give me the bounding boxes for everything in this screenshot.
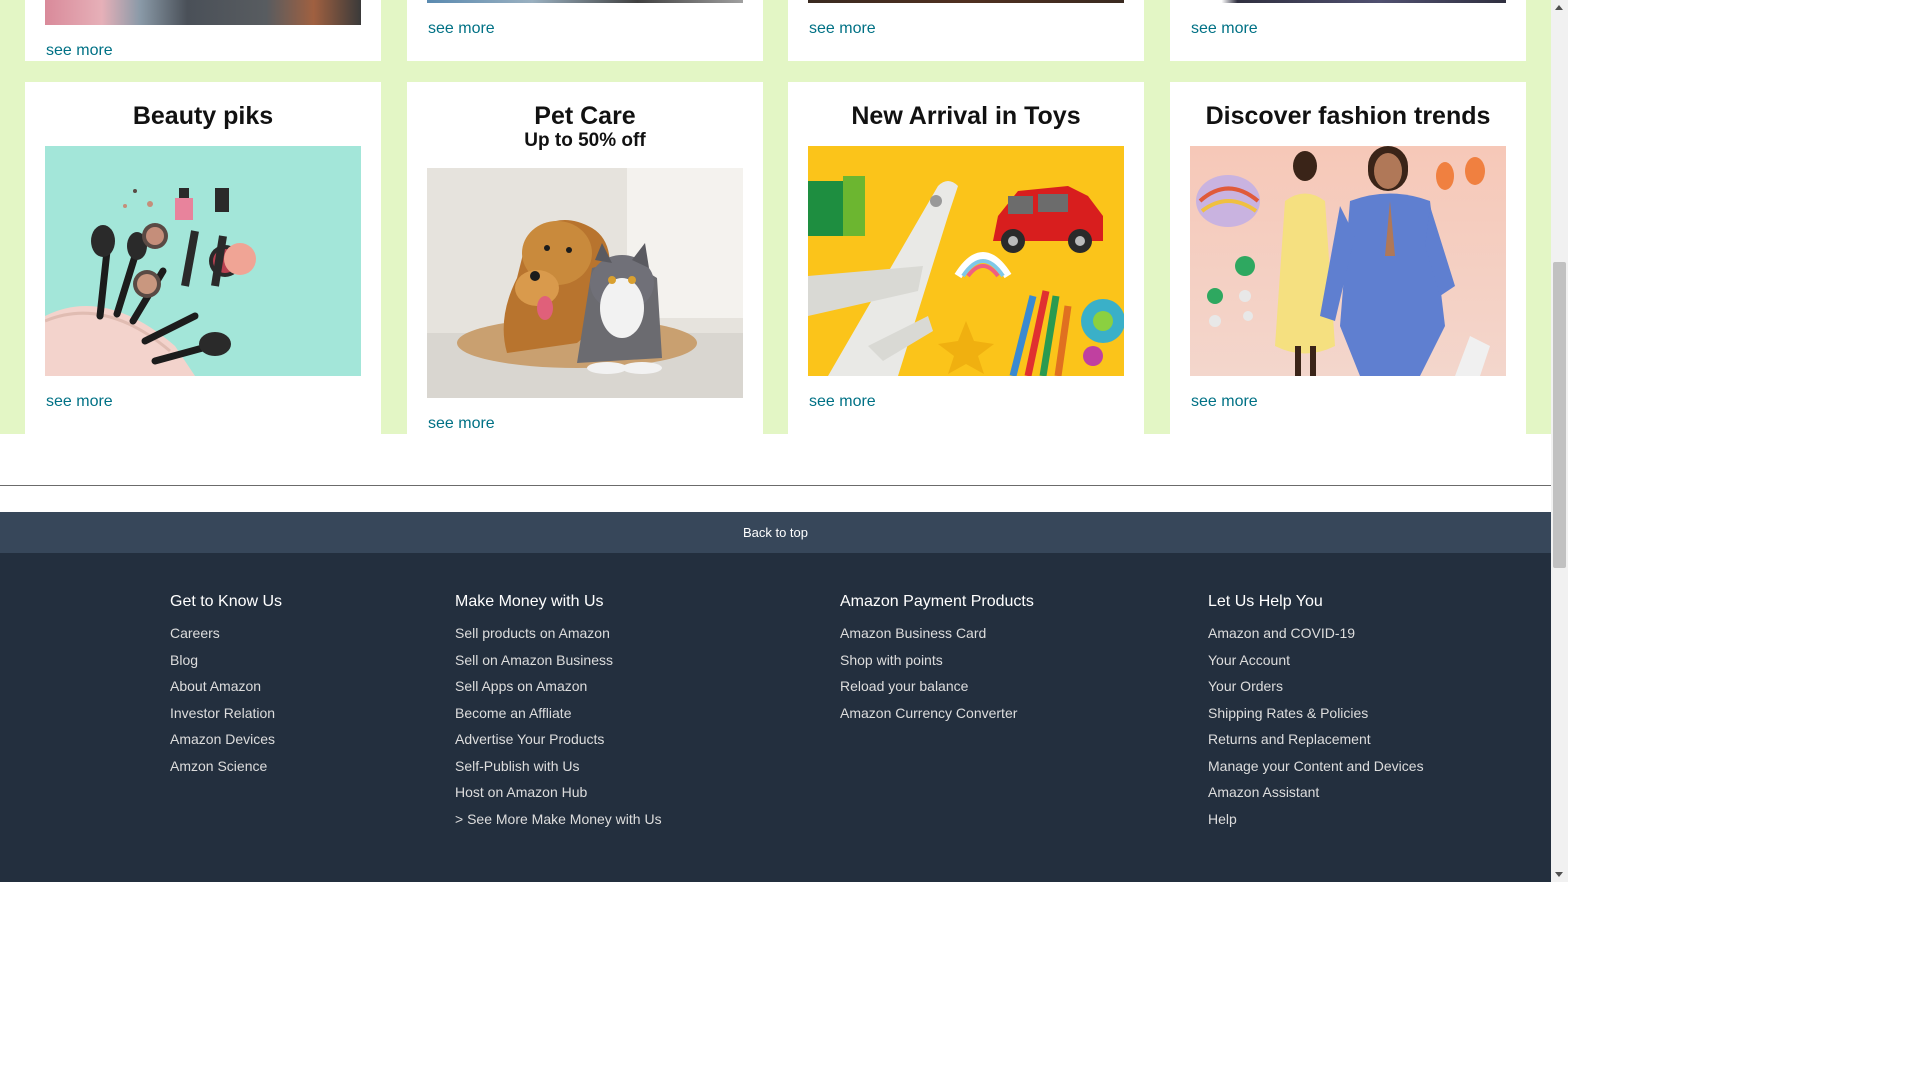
footer-divider [0, 485, 1551, 486]
card-beauty: Beauty piks see more [25, 82, 381, 434]
fashion-models-image[interactable] [1190, 146, 1506, 376]
see-more-link[interactable]: see more [1191, 20, 1258, 38]
scroll-up-arrow-icon[interactable] [1555, 5, 1563, 10]
footer-link[interactable]: Your Account [1208, 647, 1424, 674]
see-more-link[interactable]: see more [428, 20, 495, 38]
footer-link[interactable]: Investor Relation [170, 700, 282, 727]
footer-link[interactable]: Host on Amazon Hub [455, 779, 662, 806]
top-card-1: see more [25, 0, 381, 61]
card-fashion: Discover fashion trends see more [1170, 82, 1526, 434]
footer-column-heading: Make Money with Us [455, 593, 604, 610]
top-card-4-image[interactable] [1190, 0, 1506, 3]
footer-link[interactable]: Returns and Replacement [1208, 726, 1424, 753]
makeup-products-image[interactable] [45, 146, 361, 376]
footer-link[interactable]: Amzon Science [170, 753, 282, 780]
footer-link[interactable]: Shipping Rates & Policies [1208, 700, 1424, 727]
card-toys: New Arrival in Toys see more [788, 82, 1144, 434]
footer-link[interactable]: Amazon Currency Converter [840, 700, 1034, 727]
back-to-top-button[interactable]: Back to top [0, 512, 1551, 553]
footer-link[interactable]: Sell on Amazon Business [455, 647, 662, 674]
top-card-2: see more [407, 0, 763, 61]
product-grid: see more see more see more see more Beau… [0, 0, 1551, 434]
footer-link[interactable]: Sell Apps on Amazon [455, 673, 662, 700]
card-title: Discover fashion trends [1205, 102, 1491, 130]
see-more-link[interactable]: see more [809, 20, 876, 38]
footer-link[interactable]: About Amazon [170, 673, 282, 700]
top-card-3-image[interactable] [808, 0, 1124, 3]
card-title: New Arrival in Toys [851, 102, 1081, 130]
top-card-4: see more [1170, 0, 1526, 61]
see-more-link[interactable]: see more [809, 393, 876, 411]
footer-link[interactable]: Reload your balance [840, 673, 1034, 700]
vertical-scrollbar[interactable] [1551, 0, 1568, 882]
footer-column-heading: Get to Know Us [170, 593, 283, 610]
toy-plane-and-car-image[interactable] [808, 146, 1124, 376]
footer-link[interactable]: Blog [170, 647, 282, 674]
see-more-link[interactable]: see more [1191, 393, 1258, 411]
footer-link[interactable]: Amazon Business Card [840, 620, 1034, 647]
see-more-link[interactable]: see more [46, 393, 113, 411]
footer-column-heading: Let Us Help You [1208, 593, 1323, 610]
footer-column-help: Let Us Help You Amazon and COVID-19 Your… [1208, 593, 1424, 832]
see-more-link[interactable]: see more [46, 42, 113, 60]
footer-link[interactable]: Amazon and COVID-19 [1208, 620, 1424, 647]
footer-link[interactable]: Manage your Content and Devices [1208, 753, 1424, 780]
footer-link[interactable]: Amazon Devices [170, 726, 282, 753]
footer-link[interactable]: Become an Affliate [455, 700, 662, 727]
footer-column-make-money: Make Money with Us Sell products on Amaz… [455, 593, 662, 832]
footer-link[interactable]: Help [1208, 806, 1424, 833]
scroll-down-arrow-icon[interactable] [1555, 872, 1563, 877]
footer-column-heading: Amazon Payment Products [840, 593, 1034, 610]
card-subtitle: Up to 50% off [524, 130, 646, 151]
footer-link[interactable]: Your Orders [1208, 673, 1424, 700]
top-card-2-image[interactable] [427, 0, 743, 3]
footer-link[interactable]: Advertise Your Products [455, 726, 662, 753]
dog-and-cat-image[interactable] [427, 168, 743, 398]
see-more-link[interactable]: see more [428, 415, 495, 433]
scrollbar-thumb[interactable] [1553, 262, 1566, 568]
card-pet-care: Pet Care Up to 50% off see more [407, 82, 763, 434]
top-card-3: see more [788, 0, 1144, 61]
footer-link[interactable]: > See More Make Money with Us [455, 806, 662, 833]
top-card-1-image[interactable] [45, 0, 361, 25]
footer-link[interactable]: Amazon Assistant [1208, 779, 1424, 806]
footer-link[interactable]: Self-Publish with Us [455, 753, 662, 780]
footer-column-get-to-know-us: Get to Know Us Careers Blog About Amazon… [170, 593, 282, 779]
footer-link[interactable]: Careers [170, 620, 282, 647]
card-title: Beauty piks [132, 102, 274, 130]
footer-column-payment-products: Amazon Payment Products Amazon Business … [840, 593, 1034, 726]
footer-link[interactable]: Shop with points [840, 647, 1034, 674]
footer-link[interactable]: Sell products on Amazon [455, 620, 662, 647]
footer: Get to Know Us Careers Blog About Amazon… [0, 553, 1551, 882]
card-title: Pet Care [534, 102, 636, 130]
